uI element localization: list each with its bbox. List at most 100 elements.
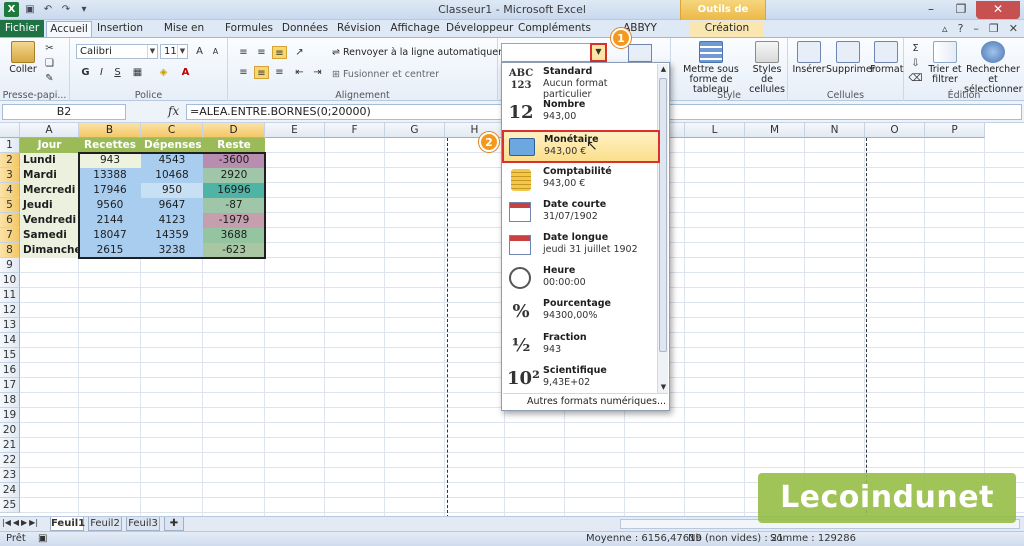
tab-donnees[interactable]: Données xyxy=(280,21,330,37)
close-icon[interactable]: ✕ xyxy=(976,1,1020,19)
bold-button[interactable]: G xyxy=(78,66,93,79)
column-header-f[interactable]: F xyxy=(325,123,385,138)
column-header-n[interactable]: N xyxy=(805,123,865,138)
row-header-25[interactable]: 25 xyxy=(0,498,20,513)
align-center-icon[interactable]: ≡ xyxy=(254,66,269,79)
align-left-icon[interactable]: ≡ xyxy=(236,66,251,79)
tab-abbyy[interactable]: ABBYY FineReader 12 xyxy=(594,21,686,49)
decrease-indent-icon[interactable]: ⇤ xyxy=(292,66,307,79)
column-header-b[interactable]: B xyxy=(79,123,141,138)
row-header-11[interactable]: 11 xyxy=(0,288,20,303)
table-day-cell[interactable]: Samedi xyxy=(20,228,79,243)
insert-button[interactable]: Insérer xyxy=(792,41,826,75)
number-format-option-monétaire[interactable]: Monétaire 943,00 € ↖ xyxy=(502,130,660,164)
last-sheet-icon[interactable]: ▶| xyxy=(29,518,38,527)
doc-close-icon[interactable]: ✕ xyxy=(1009,22,1018,35)
tab-creation[interactable]: Création xyxy=(690,21,764,37)
cut-icon[interactable]: ✂ xyxy=(42,42,57,55)
dropdown-scrollbar[interactable]: ▲ ▼ xyxy=(657,64,668,393)
table-day-cell[interactable]: Jeudi xyxy=(20,198,79,213)
underline-button[interactable]: S xyxy=(110,66,125,79)
sheet-tab-feuil3[interactable]: Feuil3 xyxy=(126,517,160,531)
table-value-cell[interactable]: 9647 xyxy=(141,198,203,213)
row-header-17[interactable]: 17 xyxy=(0,378,20,393)
row-header-20[interactable]: 20 xyxy=(0,423,20,438)
column-header-e[interactable]: E xyxy=(265,123,325,138)
conditional-format-icon[interactable] xyxy=(628,44,652,62)
grow-font-icon[interactable]: A xyxy=(192,45,207,58)
sheet-tab-feuil1[interactable]: Feuil1 xyxy=(50,517,85,531)
number-format-option-fraction[interactable]: ½ Fraction 943 xyxy=(503,330,657,363)
borders-icon[interactable]: ▦ xyxy=(130,66,145,79)
table-value-cell[interactable]: 4123 xyxy=(141,213,203,228)
scroll-thumb[interactable] xyxy=(659,78,667,352)
table-value-cell[interactable]: 3238 xyxy=(141,243,203,258)
table-day-cell[interactable]: Mercredi xyxy=(20,183,79,198)
table-header-cell[interactable]: Dépenses xyxy=(141,138,203,153)
table-value-cell[interactable]: 4543 xyxy=(141,153,203,168)
tab-developpeur[interactable]: Développeur xyxy=(446,21,513,37)
row-header-14[interactable]: 14 xyxy=(0,333,20,348)
help-icon[interactable]: ? xyxy=(958,22,964,35)
name-box[interactable]: B2 xyxy=(2,104,126,120)
fill-icon[interactable]: ⇩ xyxy=(908,57,923,70)
tab-affichage[interactable]: Affichage xyxy=(388,21,442,37)
number-format-dropdown-button[interactable]: ▼ xyxy=(590,43,607,62)
font-color-icon[interactable]: A xyxy=(178,66,193,79)
column-header-o[interactable]: O xyxy=(865,123,925,138)
number-format-option-scientifique[interactable]: 10² Scientifique 9,43E+02 xyxy=(503,363,657,396)
sort-filter-button[interactable]: Trier et filtrer xyxy=(926,41,964,85)
column-header-d[interactable]: D xyxy=(203,123,265,138)
sheet-tab-feuil2[interactable]: Feuil2 xyxy=(88,517,122,531)
maximize-icon[interactable]: ❐ xyxy=(946,1,976,19)
number-format-option-date-longue[interactable]: Date longue jeudi 31 juillet 1902 xyxy=(503,230,657,263)
row-header-21[interactable]: 21 xyxy=(0,438,20,453)
wrap-text-button[interactable]: ⇌ Renvoyer à la ligne automatiquement xyxy=(332,48,523,58)
align-middle-icon[interactable]: ≡ xyxy=(254,46,269,59)
autosum-icon[interactable]: Σ xyxy=(908,42,923,55)
font-size-combo[interactable]: 11 ▼ xyxy=(160,44,188,59)
orientation-icon[interactable]: ↗ xyxy=(292,46,307,59)
next-sheet-icon[interactable]: ▶ xyxy=(21,518,27,527)
table-value-cell[interactable]: -87 xyxy=(203,198,265,213)
doc-restore-icon[interactable]: ❐ xyxy=(989,22,999,35)
column-header-m[interactable]: M xyxy=(745,123,805,138)
align-bottom-icon[interactable]: ≡ xyxy=(272,46,287,59)
number-format-option-comptabilité[interactable]: Comptabilité 943,00 € xyxy=(503,164,657,197)
table-day-cell[interactable]: Vendredi xyxy=(20,213,79,228)
fill-color-icon[interactable]: ◈ xyxy=(156,66,171,79)
number-format-option-pourcentage[interactable]: % Pourcentage 94300,00% xyxy=(503,296,657,329)
table-value-cell[interactable]: 2615 xyxy=(79,243,141,258)
font-name-combo[interactable]: Calibri ▼ xyxy=(76,44,158,59)
doc-minimize-icon[interactable]: – xyxy=(973,22,979,35)
row-header-4[interactable]: 4 xyxy=(0,183,20,198)
format-painter-icon[interactable]: ✎ xyxy=(42,72,57,85)
row-header-22[interactable]: 22 xyxy=(0,453,20,468)
column-header-a[interactable]: A xyxy=(20,123,79,138)
table-value-cell[interactable]: 2144 xyxy=(79,213,141,228)
find-select-button[interactable]: Rechercher et sélectionner xyxy=(964,41,1022,95)
row-header-10[interactable]: 10 xyxy=(0,273,20,288)
table-value-cell[interactable]: 10468 xyxy=(141,168,203,183)
prev-sheet-icon[interactable]: ◀ xyxy=(13,518,19,527)
table-day-cell[interactable]: Mardi xyxy=(20,168,79,183)
table-value-cell[interactable]: 3688 xyxy=(203,228,265,243)
tab-revision[interactable]: Révision xyxy=(336,21,382,37)
column-header-g[interactable]: G xyxy=(385,123,445,138)
row-header-24[interactable]: 24 xyxy=(0,483,20,498)
select-all-corner[interactable] xyxy=(0,123,20,138)
table-value-cell[interactable]: 16996 xyxy=(203,183,265,198)
row-header-1[interactable]: 1 xyxy=(0,138,20,153)
table-header-cell[interactable]: Reste xyxy=(203,138,265,153)
insert-function-icon[interactable]: fx xyxy=(168,104,179,118)
tab-accueil[interactable]: Accueil xyxy=(46,21,92,37)
table-day-cell[interactable]: Lundi xyxy=(20,153,79,168)
row-header-12[interactable]: 12 xyxy=(0,303,20,318)
row-header-13[interactable]: 13 xyxy=(0,318,20,333)
column-header-c[interactable]: C xyxy=(141,123,203,138)
scroll-up-icon[interactable]: ▲ xyxy=(658,64,669,75)
number-format-option-standard[interactable]: ABC 123 Standard Aucun format particulier xyxy=(503,64,657,100)
table-header-cell[interactable]: Jour xyxy=(20,138,79,153)
copy-icon[interactable]: ❏ xyxy=(42,57,57,70)
row-header-23[interactable]: 23 xyxy=(0,468,20,483)
